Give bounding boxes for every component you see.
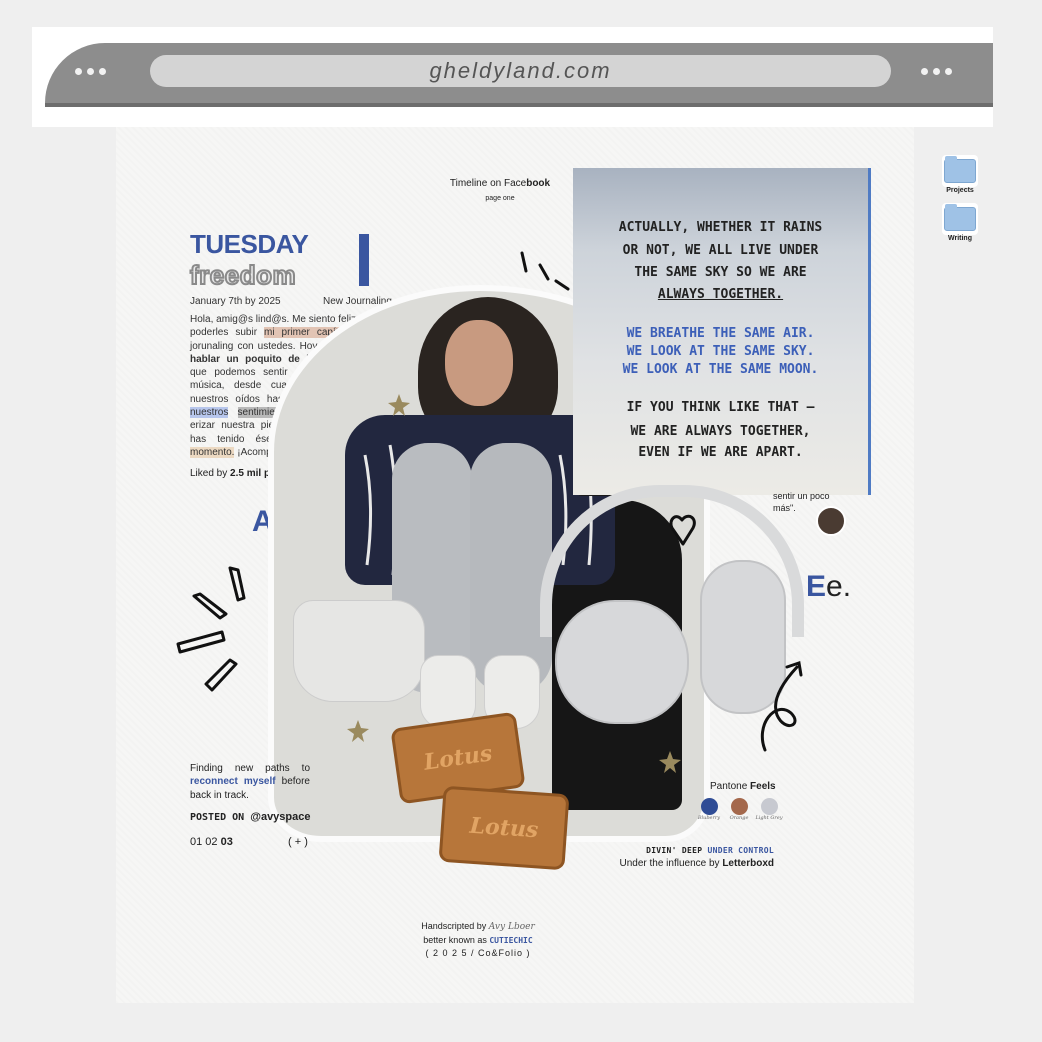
headphones-cup-left bbox=[555, 600, 689, 724]
swatch-label: Light Grey bbox=[755, 815, 783, 821]
note-line: WE LOOK AT THE SAME SKY. bbox=[626, 344, 815, 359]
current-page: 03 bbox=[220, 836, 233, 848]
page-subtitle: freedom bbox=[189, 259, 297, 291]
swatch-circle bbox=[700, 798, 718, 815]
credit-line: ( 2 0 2 5 / Co&Folio ) bbox=[425, 948, 531, 958]
folder-icon bbox=[944, 204, 976, 231]
window-dot-icon[interactable] bbox=[99, 68, 106, 75]
swatch: Light Grey bbox=[754, 798, 784, 821]
folder-label: Projects bbox=[946, 187, 974, 194]
desktop-folder-projects[interactable]: Projects bbox=[942, 155, 978, 194]
biscuit-label: Lotus bbox=[468, 812, 540, 844]
text: Finding new paths to bbox=[190, 763, 310, 774]
heart-doodle-icon bbox=[669, 514, 696, 546]
bold-text: Feels bbox=[750, 781, 776, 792]
text bbox=[228, 407, 237, 418]
swatch-row: Bluberry Orange Light Grey bbox=[694, 798, 784, 821]
text: POSTED ON bbox=[190, 812, 251, 823]
accent-bar bbox=[359, 234, 369, 286]
tagline: DIVIN' DEEP UNDER CONTROL bbox=[616, 846, 774, 855]
page-title: TUESDAY bbox=[190, 229, 309, 259]
folder-icon bbox=[944, 156, 976, 183]
text: Timeline on Face bbox=[449, 178, 527, 189]
note-line: THE SAME SKY SO WE ARE bbox=[634, 265, 807, 280]
accent-text: UNDER CONTROL bbox=[707, 846, 774, 855]
handwritten-note-photo: ACTUALLY, WHETHER IT RAINS OR NOT, WE AL… bbox=[573, 168, 871, 495]
handle-link[interactable]: @avyspace bbox=[250, 811, 310, 823]
window-dot-icon[interactable] bbox=[75, 68, 82, 75]
add-button[interactable]: ( + ) bbox=[288, 836, 308, 848]
folder-label: Writing bbox=[948, 235, 972, 242]
posted-on: POSTED ON @avyspace bbox=[190, 811, 311, 823]
avatar[interactable] bbox=[816, 506, 846, 536]
text: DIVIN' DEEP bbox=[646, 846, 708, 855]
photo-face bbox=[445, 320, 513, 406]
author-name: Avy Lboer bbox=[488, 922, 535, 932]
star-icon bbox=[388, 394, 410, 416]
caption-paragraph: Finding new paths to reconnect myself be… bbox=[190, 762, 310, 802]
note-line: ACTUALLY, WHETHER IT RAINS bbox=[618, 220, 823, 235]
letter-small: e. bbox=[826, 570, 852, 603]
bold-text: book bbox=[526, 178, 551, 189]
swatch-label: Orange bbox=[729, 815, 749, 821]
note-line: WE BREATHE THE SAME AIR. bbox=[626, 326, 815, 341]
text: Under the influence by bbox=[619, 858, 723, 869]
folder-tile bbox=[942, 155, 978, 187]
pantone-title: Pantone Feels bbox=[710, 781, 776, 792]
desktop-folder-writing[interactable]: Writing bbox=[942, 203, 978, 242]
window-dot-icon[interactable] bbox=[87, 68, 94, 75]
typography-sample-e: Ee. bbox=[806, 570, 851, 604]
timeline-label: Timeline on Facebook bbox=[440, 178, 560, 189]
letter-big: E bbox=[806, 570, 827, 603]
folder-tile bbox=[942, 203, 978, 235]
note-line: WE ARE ALWAYS TOGETHER, bbox=[630, 424, 811, 439]
swatch: Bluberry bbox=[694, 798, 724, 821]
credit-line: Handscripted by Avy Lboer bbox=[400, 921, 556, 932]
biscuit-label: Lotus bbox=[422, 740, 494, 776]
text: Liked by bbox=[190, 468, 231, 479]
text: 01 02 bbox=[190, 836, 221, 848]
page-label: page one bbox=[485, 195, 515, 202]
window-controls[interactable] bbox=[75, 68, 106, 75]
address-bar[interactable]: gheldyland.com bbox=[150, 55, 891, 87]
photo-handbag bbox=[293, 600, 425, 702]
credit-line: better known as CUTIECHIC bbox=[400, 935, 556, 945]
text: Pantone bbox=[710, 781, 751, 792]
post-date: January 7th by 2025 bbox=[190, 296, 281, 307]
text: Handscripted by bbox=[421, 921, 489, 931]
bold-text: Letterboxd bbox=[722, 858, 774, 869]
swatch-circle bbox=[730, 798, 748, 815]
note-line: OR NOT, WE ALL LIVE UNDER bbox=[622, 243, 819, 258]
star-icon bbox=[347, 720, 369, 742]
menu-dot-icon bbox=[945, 68, 952, 75]
biscuit-image: Lotus bbox=[438, 785, 570, 871]
alias-name: CUTIECHIC bbox=[489, 936, 533, 945]
bold-text: reconnect myself bbox=[190, 776, 276, 788]
menu-dot-icon bbox=[933, 68, 940, 75]
text: better known as bbox=[423, 935, 490, 945]
swatch: Orange bbox=[724, 798, 754, 821]
note-line: EVEN IF WE ARE APART. bbox=[638, 445, 803, 460]
note-line: ALWAYS TOGETHER. bbox=[657, 287, 784, 302]
note-line: IF YOU THINK LIKE THAT — bbox=[626, 400, 815, 415]
swatch-circle bbox=[760, 798, 778, 815]
burst-doodle-icon bbox=[176, 566, 246, 692]
url-text: gheldyland.com bbox=[429, 58, 612, 83]
star-icon bbox=[659, 751, 681, 773]
note-line: WE LOOK AT THE SAME MOON. bbox=[622, 362, 819, 377]
arrow-doodle-icon bbox=[760, 661, 803, 752]
swatch-label: Bluberry bbox=[697, 815, 721, 821]
browser-menu-button[interactable] bbox=[921, 68, 952, 75]
menu-dot-icon bbox=[921, 68, 928, 75]
pagination[interactable]: 01 02 03 bbox=[190, 836, 233, 848]
influence-line: Under the influence by Letterboxd bbox=[600, 858, 774, 869]
